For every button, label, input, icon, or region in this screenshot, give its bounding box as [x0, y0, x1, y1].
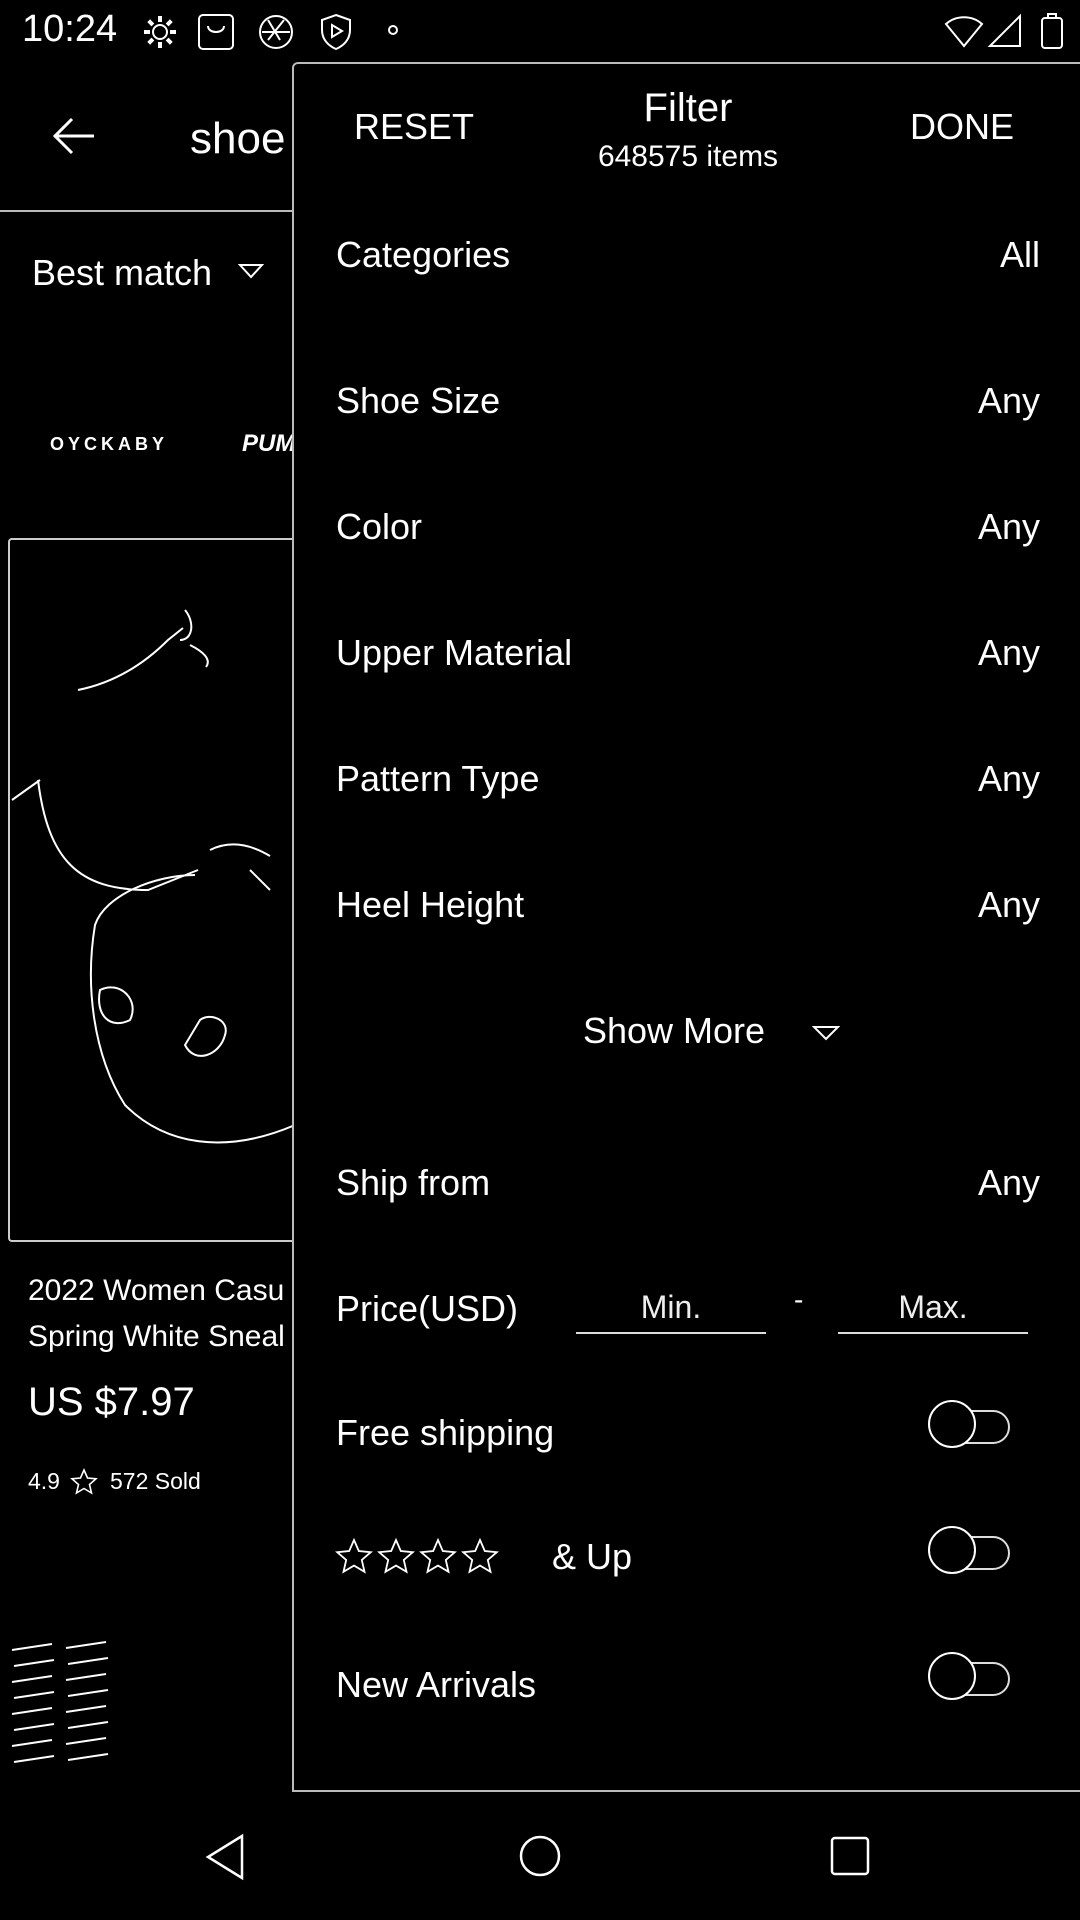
price-separator: -	[794, 1284, 804, 1315]
shield-play-icon	[321, 13, 351, 51]
price-min-input[interactable]	[576, 1282, 766, 1334]
toggle-knob	[928, 1400, 976, 1448]
sort-dropdown[interactable]: Best match	[32, 252, 212, 294]
filter-row-value: Any	[977, 1162, 1040, 1203]
navigation-bar	[0, 1792, 1080, 1920]
product-price: US $7.97	[28, 1380, 195, 1424]
product-title[interactable]: 2022 Women Casu Spring White Sneal	[28, 1268, 292, 1360]
gear-icon	[144, 16, 176, 48]
done-button[interactable]: DONE	[910, 106, 1014, 148]
filter-row-label: Color	[336, 506, 423, 547]
back-arrow-icon[interactable]	[48, 110, 100, 162]
price-label: Price(USD)	[336, 1288, 519, 1329]
home-circle-icon[interactable]	[516, 1832, 564, 1880]
show-more-label: Show More	[582, 1010, 766, 1051]
product-image-2[interactable]	[6, 1640, 156, 1790]
chevron-down-icon	[238, 264, 264, 279]
price-max-input[interactable]	[838, 1282, 1028, 1334]
dot-icon	[388, 25, 398, 35]
toggle-knob	[928, 1526, 976, 1574]
filter-row-label: Ship from	[336, 1162, 491, 1203]
product-title-line2: Spring White Sneal	[28, 1320, 285, 1353]
filter-row-label: Heel Height	[336, 884, 525, 925]
wifi-icon	[944, 16, 984, 48]
filter-row-label: Categories	[336, 234, 511, 275]
status-bar: 10:24	[0, 0, 1080, 62]
product-sold: 572 Sold	[110, 1468, 201, 1494]
filter-panel: RESET Filter 648575 items DONE Categorie…	[292, 62, 1080, 1792]
new-arrivals-label: New Arrivals	[336, 1664, 537, 1705]
bag-icon	[198, 14, 234, 50]
star-icon	[70, 1468, 98, 1495]
filter-row-value: Any	[977, 758, 1040, 799]
recents-square-icon[interactable]	[826, 1832, 874, 1880]
new-arrivals-toggle[interactable]	[928, 1652, 1012, 1702]
free-shipping-toggle[interactable]	[928, 1400, 1012, 1450]
status-time: 10:24	[22, 8, 118, 50]
brand-chip-1[interactable]: OYCKABY	[50, 434, 168, 455]
filter-row-value: Any	[977, 884, 1040, 925]
toggle-knob	[928, 1652, 976, 1700]
product-title-line1: 2022 Women Casu	[28, 1274, 285, 1307]
filter-row-value: All	[999, 234, 1040, 275]
free-shipping-label: Free shipping	[336, 1412, 555, 1453]
header-divider	[0, 210, 292, 212]
filter-row-label: Shoe Size	[336, 380, 501, 421]
filter-row-value: Any	[977, 632, 1040, 673]
filter-row-label: Pattern Type	[336, 758, 540, 799]
product-rating: 4.9	[28, 1468, 60, 1494]
rating-toggle[interactable]	[928, 1526, 1012, 1576]
chevron-down-icon	[812, 1026, 840, 1041]
battery-icon	[1041, 13, 1063, 49]
product-image[interactable]	[8, 538, 296, 1242]
filter-row-label: Upper Material	[336, 632, 573, 673]
filter-row-value: Any	[977, 380, 1040, 421]
product-photo-sketch	[11, 609, 296, 1144]
rating-stars-icon	[335, 1537, 499, 1574]
rating-and-up-label: & Up	[552, 1536, 633, 1577]
filter-row-value: Any	[977, 506, 1040, 547]
back-triangle-icon[interactable]	[202, 1832, 252, 1882]
search-text[interactable]: shoe	[190, 114, 285, 164]
aperture-icon	[259, 15, 293, 49]
signal-icon	[987, 13, 1021, 47]
